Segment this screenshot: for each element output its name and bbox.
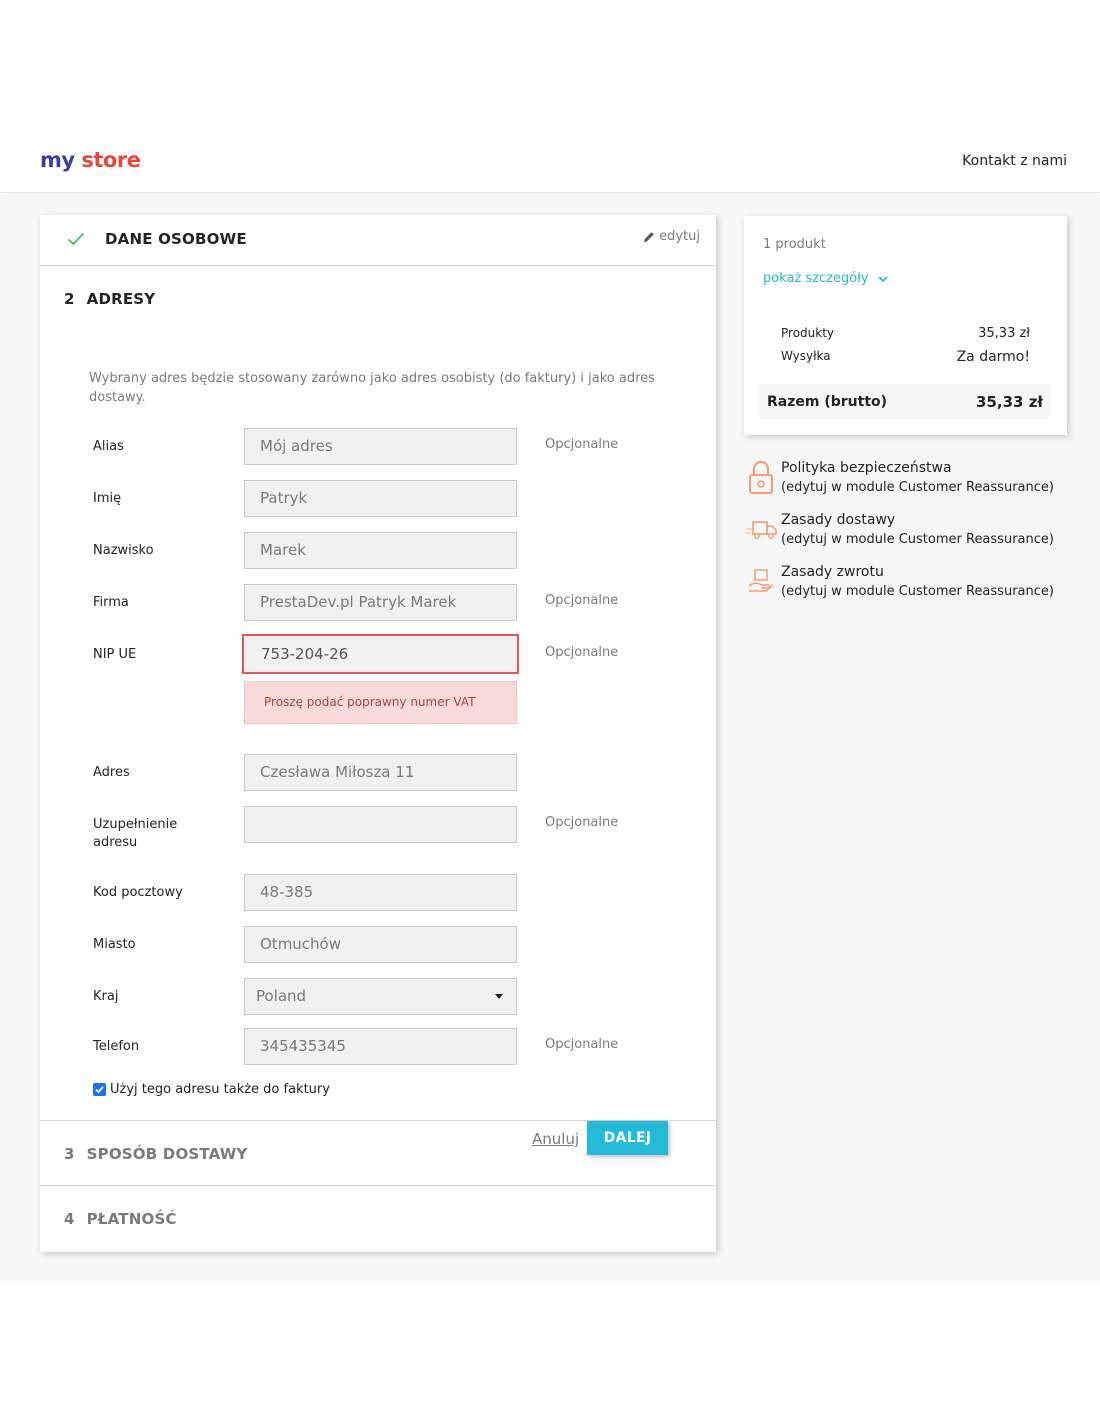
address-complement-label: Uzupełnienie adresu (93, 817, 178, 850)
check-icon (67, 232, 85, 246)
step-title: 4 PŁATNOŚĆ (64, 1210, 177, 1228)
step-delivery[interactable]: 3 SPOSÓB DOSTAWY (40, 1121, 716, 1186)
store-logo[interactable]: my store (40, 148, 141, 172)
phone-input[interactable]: 345435345 (244, 1028, 517, 1065)
city-label: Miasto (93, 937, 136, 952)
caret-down-icon (495, 994, 503, 999)
cart-products-line: Produkty 35,33 zł (781, 326, 1030, 341)
use-same-address-checkbox[interactable]: Użyj tego adresu także do faktury (93, 1082, 330, 1097)
phone-label: Telefon (93, 1039, 140, 1054)
reassurance-delivery: Zasady dostawy (edytuj w module Customer… (744, 511, 1054, 549)
show-details-link[interactable]: pokaż szczegóły (763, 271, 889, 286)
site-header: my store Kontakt z nami (0, 0, 1100, 193)
reassurance-returns: Zasady zwrotu (edytuj w module Customer … (744, 563, 1054, 601)
alias-input[interactable]: Mój adres (244, 428, 517, 465)
contact-link[interactable]: Kontakt z nami (962, 153, 1067, 169)
address-input[interactable]: Czesława Miłosza 11 (244, 754, 517, 791)
optional-note: Opcjonalne (545, 645, 619, 660)
address-description: Wybrany adres będzie stosowany zarówno j… (89, 371, 655, 405)
lastname-input[interactable]: Marek (244, 532, 517, 569)
company-input[interactable]: PrestaDev.pl Patryk Marek (244, 584, 517, 621)
checkout-steps: DANE OSOBOWE edytuj 2 ADRESY Wybrany adre… (40, 215, 716, 1252)
lock-icon (744, 459, 778, 495)
company-label: Firma (93, 595, 129, 610)
postcode-input[interactable]: 48-385 (244, 874, 517, 911)
optional-note: Opcjonalne (545, 815, 619, 830)
vat-error-message: Proszę podać poprawny numer VAT (244, 681, 517, 724)
step-title: 3 SPOSÓB DOSTAWY (64, 1145, 248, 1163)
cart-shipping-line: Wysyłka Za darmo! (781, 349, 1030, 365)
address-complement-input[interactable] (244, 806, 517, 843)
cart-total: Razem (brutto) 35,33 zł (759, 384, 1051, 419)
country-label: Kraj (93, 989, 119, 1004)
pencil-icon (644, 231, 654, 242)
country-select[interactable]: Poland (244, 978, 517, 1015)
vat-number-label: NIP UE (93, 647, 137, 662)
checkbox-checked-icon[interactable] (93, 1083, 106, 1096)
step-title: DANE OSOBOWE (67, 230, 247, 248)
step-addresses: 2 ADRESY Wybrany adres będzie stosowany z… (40, 266, 716, 1155)
step-personal-info[interactable]: DANE OSOBOWE edytuj (40, 215, 716, 266)
postcode-label: Kod pocztowy (93, 885, 183, 900)
reassurance-security: Polityka bezpieczeństwa (edytuj w module… (744, 459, 1054, 497)
address-label: Adres (93, 765, 130, 780)
step-payment[interactable]: 4 PŁATNOŚĆ (40, 1186, 716, 1251)
optional-note: Opcjonalne (545, 1037, 619, 1052)
optional-note: Opcjonalne (545, 593, 619, 608)
step-title: 2 ADRESY (64, 290, 156, 308)
cart-summary: 1 produkt pokaż szczegóły Produkty 35,33… (744, 216, 1067, 435)
city-input[interactable]: Otmuchów (244, 926, 517, 963)
edit-link[interactable]: edytuj (643, 229, 700, 244)
optional-note: Opcjonalne (545, 437, 619, 452)
truck-icon (744, 511, 778, 547)
firstname-input[interactable]: Patryk (244, 480, 517, 517)
lastname-label: Nazwisko (93, 543, 154, 558)
chevron-down-icon (877, 275, 888, 282)
firstname-label: Imię (93, 491, 122, 506)
return-icon (744, 563, 778, 599)
vat-number-input[interactable]: 753-204-26 (242, 634, 519, 674)
cart-product-count: 1 produkt (763, 237, 826, 252)
alias-label: Alias (93, 439, 124, 454)
